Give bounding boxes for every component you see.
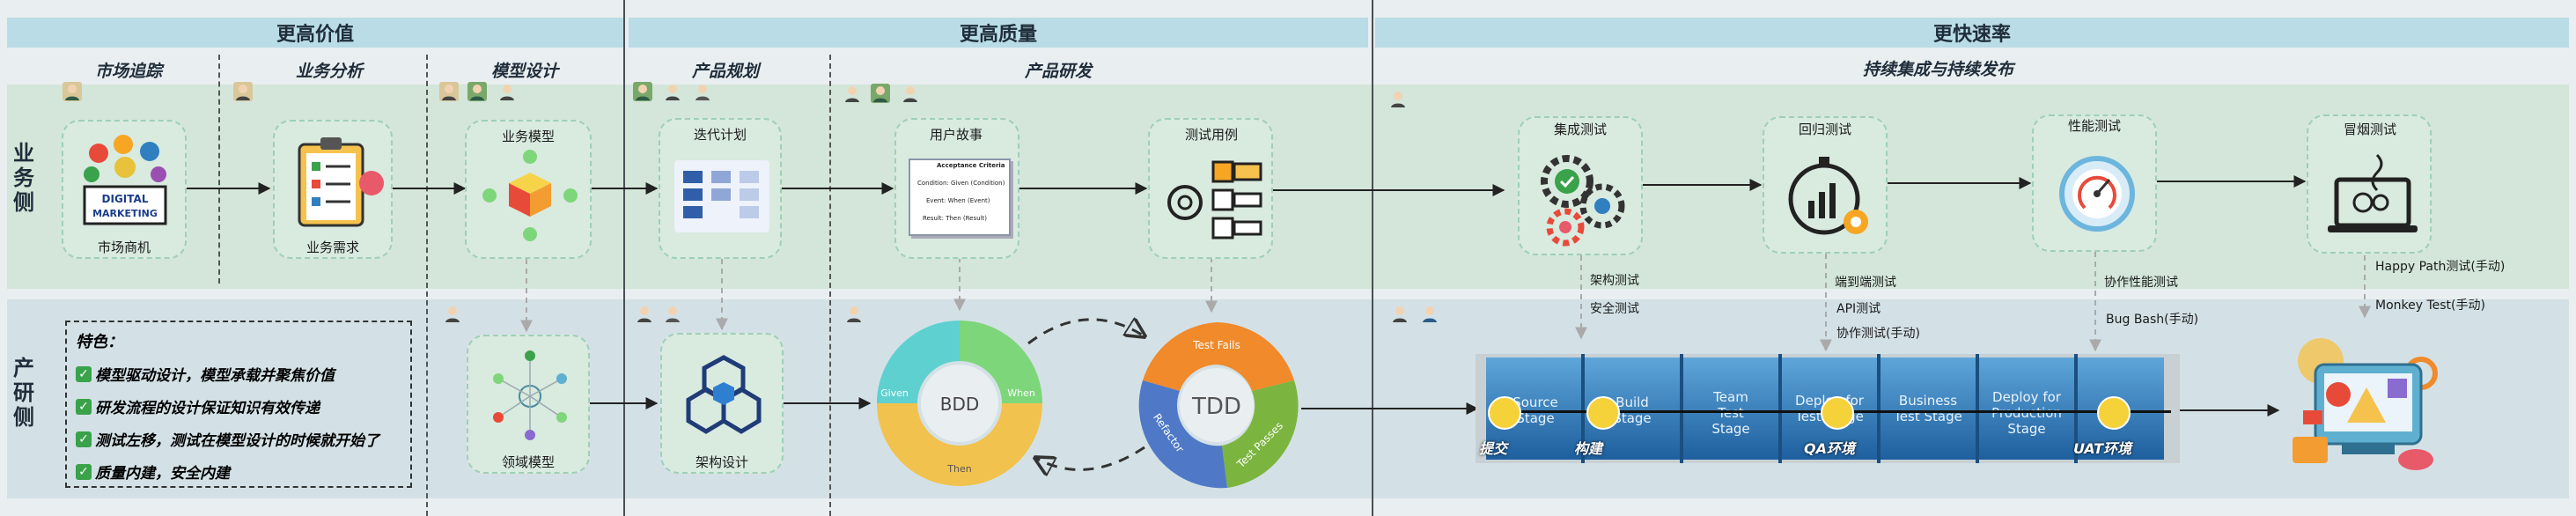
features-title: 特色： [76, 333, 123, 351]
checkmark-icon: ✓ [76, 431, 92, 447]
label-integration-test: 集成测试 [1553, 122, 1608, 137]
clipboard-icon [298, 137, 384, 227]
speedometer-icon [2059, 156, 2135, 232]
feature-item: ✓ 模型驱动设计，模型承载并聚焦价值 [76, 358, 401, 390]
annotation-collab-perf-test: 协作性能测试 [2104, 276, 2178, 290]
feature-item: ✓ 研发流程的设计保证知识有效传递 [76, 390, 401, 423]
pipeline-marker-label: 提交 [1478, 440, 1508, 457]
release-monitor-icon [2293, 338, 2438, 470]
label-iteration-plan: 迭代计划 [693, 127, 747, 143]
annotation-monkey-test: Monkey Test(手动) [2375, 299, 2485, 313]
kanban-board-icon [674, 160, 769, 232]
pipeline-marker-label: QA环境 [1804, 440, 1855, 457]
hexagon-architecture-icon [686, 355, 762, 434]
feature-item: ✓ 质量内建，安全内建 [76, 455, 401, 488]
logo-word-digital: DIGITAL [102, 193, 149, 205]
domain-network-icon [493, 350, 567, 440]
test-checklist-icon [1167, 160, 1262, 240]
gears-icon [1541, 155, 1625, 247]
bdd-then-label: Then [946, 463, 971, 475]
label-architecture-design: 架构设计 [695, 454, 749, 470]
annotation-security-test: 安全测试 [1590, 302, 1639, 316]
bdd-given-label: Given [880, 387, 909, 399]
pipeline-marker-label: 构建 [1573, 440, 1603, 457]
label-smoke-test: 冒烟测试 [2343, 122, 2397, 137]
feature-item: ✓ 测试左移，测试在模型设计的时候就开始了 [76, 423, 401, 455]
label-business-requirements: 业务需求 [305, 240, 360, 255]
acceptance-criteria-card: Acceptance Criteria Condition: Given (Co… [909, 158, 1011, 236]
pipeline-stage-label: Business Test Stage [1894, 393, 1962, 424]
pipeline-stage-divider [1778, 354, 1782, 463]
digital-marketing-icon: DIGITAL MARKETING [83, 135, 167, 225]
label-user-story: 用户故事 [929, 127, 983, 143]
card-line-given: Condition: Given (Condition) [917, 180, 1005, 187]
label-performance-test: 性能测试 [2067, 118, 2122, 134]
card-line-then: Result: Then (Result) [923, 215, 987, 222]
cicd-pipeline: Source Stage Build Stage Team Test Stage… [1476, 354, 2180, 463]
laptop-smoke-icon [2328, 153, 2418, 232]
pipeline-stage-label: Deploy for Production Stage [1991, 389, 2062, 437]
annotation-happy-path: Happy Path测试(手动) [2375, 260, 2506, 274]
label-market-opportunity: 市场商机 [97, 240, 151, 255]
feature-text: 测试左移，测试在模型设计的时候就开始了 [95, 432, 379, 450]
cubes-model-icon [482, 150, 578, 241]
bdd-center-label: BDD [940, 394, 980, 415]
tdd-cycle: TDD Test Fails Test Passes Refactor [1138, 322, 1299, 489]
pipeline-stage-divider [1680, 354, 1683, 463]
bdd-when-label: When [1007, 387, 1035, 399]
checkmark-icon: ✓ [76, 463, 92, 480]
annotation-api-test: API测试 [1836, 302, 1881, 316]
node-performance-test [2032, 114, 2157, 252]
features-box: 特色： ✓ 模型驱动设计，模型承载并聚焦价值 ✓ 研发流程的设计保证知识有效传递 ✓… [65, 321, 412, 488]
card-title: Acceptance Criteria [937, 162, 1005, 169]
annotation-protocol-test: 协作测试(手动) [1836, 327, 1920, 341]
label-business-model: 业务模型 [501, 129, 556, 144]
feature-text: 质量内建，安全内建 [95, 465, 230, 483]
annotation-arch-test: 架构测试 [1590, 274, 1639, 288]
bdd-cycle: BDD Given When Then [877, 321, 1042, 486]
checkmark-icon: ✓ [76, 398, 92, 415]
pipeline-marker [2097, 396, 2131, 430]
pipeline-marker [1586, 396, 1620, 430]
pipeline-stage-label: Team Test Stage [1711, 389, 1750, 437]
pipeline-marker-label: UAT环境 [2072, 440, 2132, 457]
feature-text: 模型驱动设计，模型承载并聚焦价值 [95, 367, 335, 385]
feature-text: 研发流程的设计保证知识有效传递 [95, 400, 320, 417]
pipeline-stage-divider [1976, 354, 1979, 463]
label-domain-model: 领域模型 [501, 454, 556, 470]
pipeline-marker [1821, 396, 1854, 430]
label-regression-test: 回归测试 [1798, 122, 1852, 137]
annotation-e2e-test: 端到端测试 [1835, 276, 1896, 290]
pipeline-marker [1488, 396, 1521, 430]
annotation-bug-bash: Bug Bash(手动) [2106, 313, 2199, 327]
stopwatch-chart-icon [1788, 157, 1868, 235]
pipeline-stage-divider [1877, 354, 1880, 463]
card-line-when: Event: When (Event) [926, 197, 990, 204]
tdd-center-label: TDD [1191, 394, 1241, 420]
tdd-fails-label: Test Fails [1192, 339, 1240, 351]
logo-word-marketing: MARKETING [92, 208, 158, 219]
checkmark-icon: ✓ [76, 365, 92, 382]
label-test-case: 测试用例 [1184, 127, 1239, 143]
